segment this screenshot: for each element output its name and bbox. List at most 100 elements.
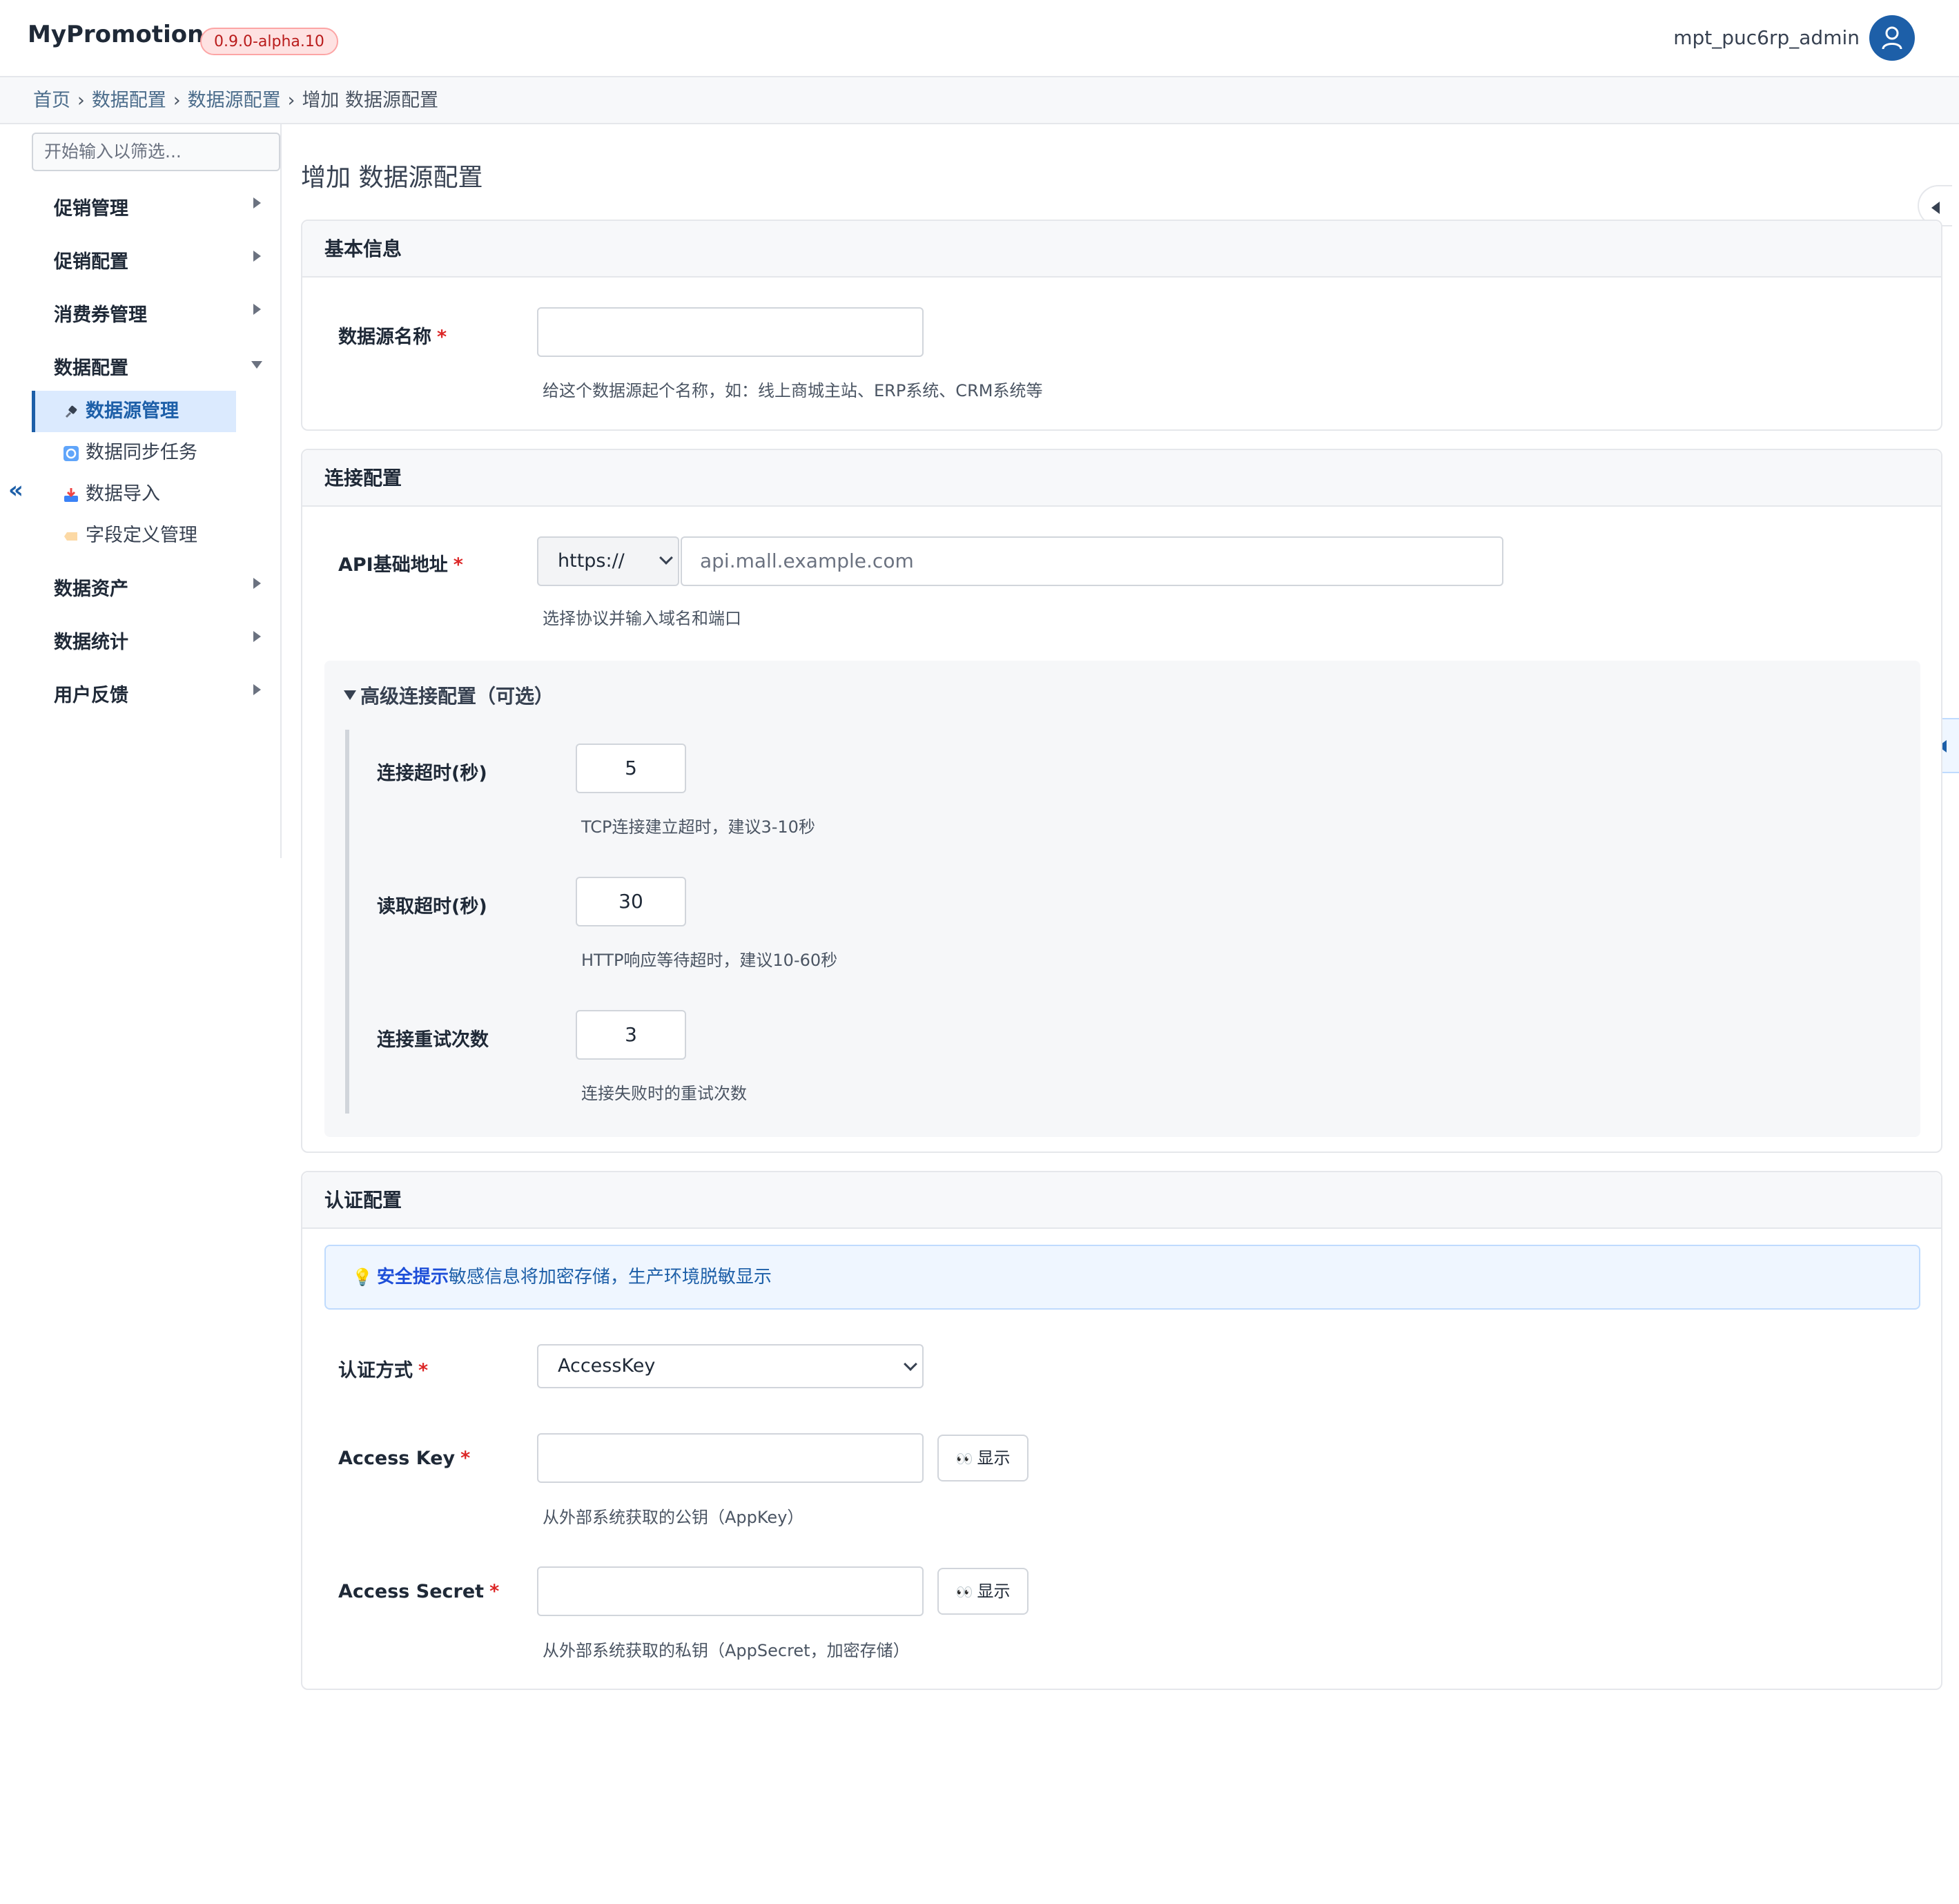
sidebar-group-label: 数据统计 [54,632,128,653]
sidebar-group-data-assets[interactable]: 数据资产 [54,574,261,601]
select-value: https:// [558,550,625,572]
api-host-input[interactable]: api.mall.example.com [681,536,1503,586]
breadcrumb: 首页 › 数据配置 › 数据源配置 › 增加 数据源配置 [0,77,1959,124]
sidebar-group-label: 用户反馈 [54,685,128,706]
retry-count-help: 连接失败时的重试次数 [581,1084,747,1103]
caret-down-icon [251,361,262,369]
sidebar-item-datasource-management[interactable]: 数据源管理 [32,391,236,432]
caret-right-icon [253,197,261,208]
api-base-url-help: 选择协议并输入域名和端口 [543,609,741,628]
security-alert: 💡 安全提示敏感信息将加密存储，生产环境脱敏显示 [324,1245,1920,1310]
sidebar-group-label: 促销管理 [54,198,128,220]
sidebar-group-label: 促销配置 [54,251,128,273]
avatar[interactable] [1869,15,1915,61]
connect-timeout-label: 连接超时(秒) [377,763,487,784]
show-access-secret-button[interactable]: 👀 显示 [937,1568,1029,1615]
card-heading: 连接配置 [302,450,1941,507]
sidebar-group-data-config[interactable]: 数据配置 [54,353,262,380]
inbox-tray-icon [64,488,78,502]
eyes-icon: 👀 [955,1450,973,1467]
page-title: 增加 数据源配置 [301,164,483,192]
datasource-name-help: 给这个数据源起个名称，如：线上商城主站、ERP系统、CRM系统等 [543,381,1043,400]
protocol-select[interactable]: https:// [537,536,679,586]
eyes-icon: 👀 [955,1584,973,1600]
advanced-connection-panel: 高级连接配置（可选） [324,661,1920,1137]
app-brand[interactable]: MyPromotion [28,21,204,48]
label-tag-icon [64,532,77,541]
auth-method-label: 认证方式 * [338,1355,428,1382]
alert-strong: 安全提示 [376,1267,449,1288]
caret-right-icon [253,578,261,589]
collapse-sidebar-button[interactable]: « [8,476,23,504]
required-mark: * [460,1448,471,1469]
sidebar-group-label: 数据资产 [54,579,128,600]
top-header: MyPromotion 0.9.0-alpha.10 mpt_puc6rp_ad… [0,0,1959,77]
access-key-help: 从外部系统获取的公钥（AppKey） [543,1508,804,1527]
label-text: 数据源名称 [338,327,431,348]
retry-count-label: 连接重试次数 [377,1029,489,1051]
lightbulb-icon: 💡 [352,1267,373,1287]
card-heading: 认证配置 [302,1172,1941,1229]
card-heading: 基本信息 [302,221,1941,278]
sidebar-item-field-definitions[interactable]: 字段定义管理 [32,515,236,556]
breadcrumb-data-config[interactable]: 数据配置 [92,90,166,111]
api-base-url-label: API基础地址 * [338,550,463,576]
required-mark: * [489,1581,500,1602]
sidebar-group-coupon-management[interactable]: 消费券管理 [54,300,261,327]
sidebar-item-data-import[interactable]: 数据导入 [32,474,236,515]
caret-right-icon [253,251,261,262]
access-secret-label: Access Secret * [338,1581,499,1602]
access-key-label: Access Key * [338,1448,470,1469]
breadcrumb-current: 增加 数据源配置 [302,90,439,111]
sidebar-item-label: 数据源管理 [86,400,179,422]
auth-method-select[interactable]: AccessKey [537,1344,924,1388]
sidebar-item-label: 数据同步任务 [86,442,197,463]
button-label: 显示 [977,1448,1011,1468]
sidebar-group-promotion-config[interactable]: 促销配置 [54,246,261,273]
advanced-title: 高级连接配置（可选） [360,685,554,708]
sidebar-group-user-feedback[interactable]: 用户反馈 [54,680,261,707]
required-mark: * [418,1360,429,1381]
user-icon [1882,26,1902,50]
breadcrumb-separator: › [173,90,181,111]
label-text: Access Key [338,1448,456,1469]
plug-icon [65,405,77,418]
sidebar-item-label: 数据导入 [86,483,160,505]
sidebar-filter-input[interactable]: 开始输入以筛选... [32,133,280,171]
caret-right-icon [253,304,261,315]
breadcrumb-datasource-config[interactable]: 数据源配置 [188,90,281,111]
breadcrumb-separator: › [77,90,85,111]
sidebar-item-data-sync-tasks[interactable]: 数据同步任务 [32,432,236,474]
sidebar-group-data-statistics[interactable]: 数据统计 [54,627,261,654]
advanced-toggle[interactable]: 高级连接配置（可选） [344,681,554,709]
sidebar-item-label: 字段定义管理 [86,525,197,546]
required-mark: * [437,327,447,348]
chevron-down-icon [904,1357,917,1371]
sidebar-group-label: 数据配置 [54,358,128,379]
access-key-input[interactable] [537,1433,924,1483]
advanced-indent-bar [345,730,349,1114]
show-access-key-button[interactable]: 👀 显示 [937,1435,1029,1482]
retry-count-input[interactable]: 3 [576,1010,686,1060]
caret-right-icon [253,631,261,642]
sidebar: 开始输入以筛选... 促销管理 促销配置 消费券管理 数据配置 数据源管理 数据… [0,124,282,858]
breadcrumb-separator: › [287,90,295,111]
username-label[interactable]: mpt_puc6rp_admin [1673,26,1860,49]
required-mark: * [453,554,463,576]
label-text: 认证方式 [338,1360,413,1381]
read-timeout-label: 读取超时(秒) [377,896,487,917]
label-text: Access Secret [338,1581,485,1602]
datasource-name-input[interactable] [537,307,924,357]
version-badge: 0.9.0-alpha.10 [200,28,338,55]
connect-timeout-help: TCP连接建立超时，建议3-10秒 [581,817,815,837]
connect-timeout-input[interactable]: 5 [576,744,686,793]
breadcrumb-home[interactable]: 首页 [33,90,70,111]
sidebar-group-label: 消费券管理 [54,304,147,326]
alert-text: 敏感信息将加密存储，生产环境脱敏显示 [448,1267,772,1288]
sync-icon [64,446,79,461]
sidebar-group-promotion-management[interactable]: 促销管理 [54,193,261,220]
datasource-name-label: 数据源名称 * [338,322,447,349]
button-label: 显示 [977,1582,1011,1601]
access-secret-input[interactable] [537,1566,924,1616]
read-timeout-input[interactable]: 30 [576,877,686,926]
